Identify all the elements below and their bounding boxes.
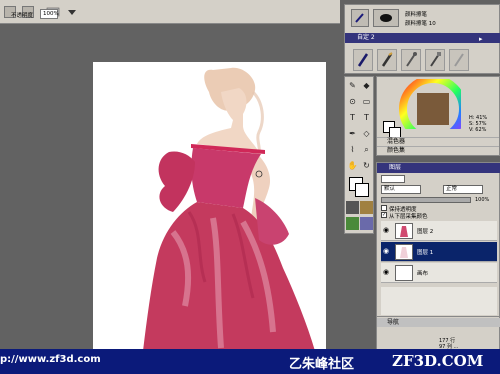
shape-tool-icon[interactable]: ◆ <box>360 79 373 92</box>
opacity-slider[interactable] <box>381 197 471 203</box>
weaving-icon[interactable] <box>360 217 373 230</box>
sample-below-label: 从下层采集颜色 <box>389 214 428 220</box>
gradient-icon[interactable] <box>360 201 373 214</box>
secondary-color-swatch[interactable] <box>355 183 369 197</box>
brush-tab-bar[interactable]: 自定 2 <box>345 33 500 43</box>
eye-icon[interactable]: ◉ <box>383 247 391 255</box>
eye-icon[interactable]: ◉ <box>383 226 391 234</box>
opacity-field[interactable]: 100% <box>40 9 59 19</box>
pencil-brush-icon[interactable] <box>377 49 397 71</box>
navigator-panel: 导航 177 行 97 列 ... <box>376 316 500 350</box>
mixer-section[interactable]: 混色器 <box>377 137 499 146</box>
text-tool-icon[interactable]: T <box>360 111 373 124</box>
color-set-section[interactable]: 颜色集 <box>377 146 499 155</box>
paper-texture-icon[interactable] <box>346 201 359 214</box>
crop-tool-icon[interactable]: ▭ <box>360 95 373 108</box>
brush-tool-icon[interactable]: ✎ <box>346 79 359 92</box>
color-set-label: 颜色集 <box>387 147 406 154</box>
color-wheel[interactable] <box>389 79 461 129</box>
shape-select-icon[interactable]: ◇ <box>360 127 373 140</box>
layer-name: 图层 2 <box>417 229 434 235</box>
drawing-canvas[interactable] <box>93 62 326 351</box>
tool-palette: ✎ ◆ ⊙ ▭ T T ✒ ◇ ⌇ ⌕ ✋ ↻ <box>344 76 374 234</box>
brush-variant-name: 颜料擦笔 10 <box>405 21 436 27</box>
hand-tool-icon[interactable]: ✋ <box>346 159 359 172</box>
pen-brush-icon[interactable] <box>353 49 373 71</box>
rotate-tool-icon[interactable]: ↻ <box>360 159 373 172</box>
brush-variant-icon[interactable] <box>373 9 399 27</box>
layer-thumbnail <box>395 265 413 281</box>
layer-thumbnail <box>395 223 413 239</box>
airbrush-icon[interactable] <box>401 49 421 71</box>
blender-brush-icon[interactable] <box>449 49 469 71</box>
watermark-chinese-name: 乙朱峰社区 <box>289 357 355 372</box>
blend-mode-select[interactable]: 默认 <box>381 185 421 194</box>
value-readout: V: 62% <box>469 127 487 133</box>
dropper-tool-icon[interactable]: ⌇ <box>346 143 359 156</box>
layer-row[interactable]: ◉ 图层 1 <box>381 242 497 262</box>
watermark-site: ZF3D.COM <box>392 352 484 370</box>
lasso-tool-icon[interactable]: ⊙ <box>346 95 359 108</box>
watermark-banner: p://www.zf3d.com 乙朱峰社区 ZF3D.COM <box>0 349 500 374</box>
preserve-transparency-checkbox[interactable] <box>381 205 387 211</box>
layer-toolbar-icon[interactable] <box>381 175 405 183</box>
layer-thumbnail <box>395 244 413 260</box>
layers-panel: 图层 默认 正常 100% 保持透明度 ✓ 从下层采集颜色 ◉ 图层 2 ◉ 图… <box>376 162 500 326</box>
mixer-label: 混色器 <box>387 138 406 145</box>
pen-tool-icon[interactable]: ✒ <box>346 127 359 140</box>
options-bar: 不透明度 100% <box>0 0 340 24</box>
dropdown-icon[interactable] <box>66 6 78 18</box>
panel-menu-icon[interactable]: ▸ <box>479 35 487 43</box>
layers-title-bar[interactable]: 图层 <box>377 163 500 173</box>
pattern-icon[interactable] <box>346 217 359 230</box>
brush-tab-label: 自定 2 <box>357 34 375 41</box>
type-tool-icon[interactable]: T <box>346 111 359 124</box>
brush-name: 颜料擦笔 <box>405 12 428 18</box>
layer-name: 图层 1 <box>417 250 434 256</box>
knife-brush-icon[interactable] <box>425 49 445 71</box>
sample-below-checkbox[interactable]: ✓ <box>381 212 387 218</box>
layer-name: 画布 <box>417 271 429 277</box>
brush-category-icon[interactable] <box>351 9 369 27</box>
dress-painting <box>143 67 315 351</box>
navigator-title: 导航 <box>387 319 400 326</box>
layer-row[interactable]: ◉ 画布 <box>381 263 497 283</box>
layer-list-empty-area <box>381 287 497 315</box>
composite-select[interactable]: 正常 <box>443 185 483 194</box>
layer-opacity-value: 100% <box>475 197 490 203</box>
zoom-tool-icon[interactable]: ⌕ <box>360 143 373 156</box>
color-panel: H: 41% S: 57% V: 62% 混色器 颜色集 <box>376 76 500 156</box>
eye-icon[interactable]: ◉ <box>383 268 391 276</box>
watermark-url: p://www.zf3d.com <box>0 354 101 365</box>
navigator-title-bar[interactable]: 导航 <box>377 318 500 327</box>
brush-panel: 颜料擦笔 颜料擦笔 10 自定 2 ▸ <box>344 4 500 74</box>
layers-title: 图层 <box>389 164 402 171</box>
layer-row[interactable]: ◉ 图层 2 <box>381 221 497 241</box>
opacity-label: 不透明度 <box>11 13 34 19</box>
